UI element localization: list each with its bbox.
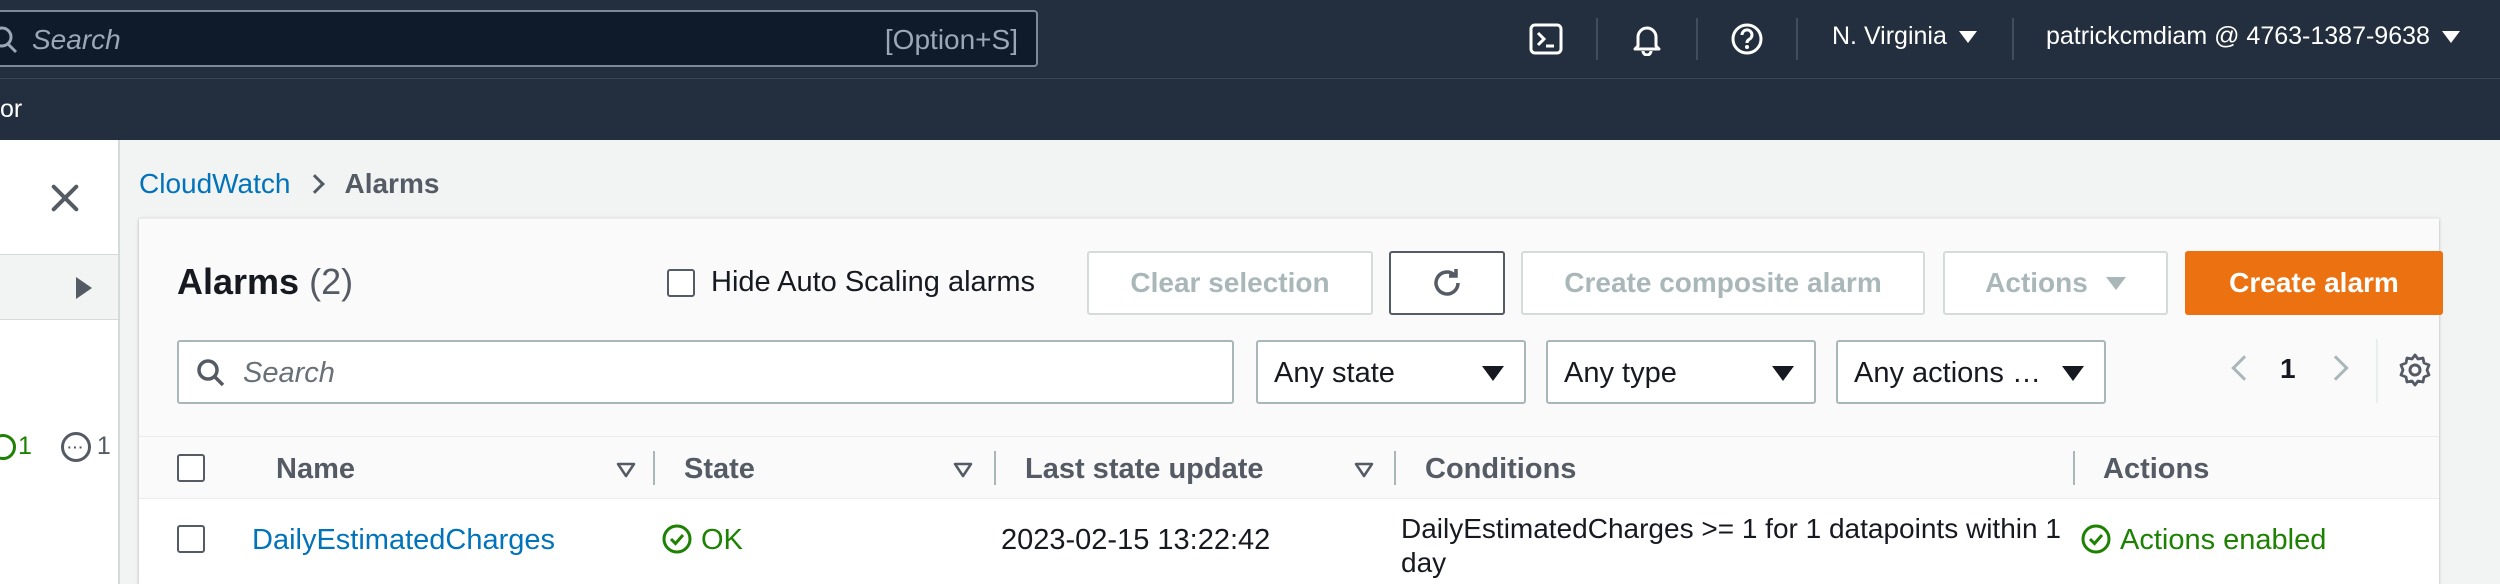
alarm-count: (2) [309,261,354,302]
alarm-state: OK [661,524,743,557]
create-composite-label: Create composite alarm [1564,267,1882,298]
row-checkbox[interactable] [177,525,205,553]
bell-icon[interactable] [1628,20,1666,58]
search-icon [195,357,227,394]
refresh-button[interactable] [1389,251,1505,315]
hide-autoscaling-toggle[interactable]: Hide Auto Scaling alarms [667,266,1035,299]
help-icon[interactable] [1728,20,1766,58]
alarm-search-input[interactable]: Search [177,340,1234,404]
cloudshell-icon[interactable] [1527,20,1565,58]
caret-down-icon [2441,31,2460,44]
column-header-actions: Actions [2103,453,2210,485]
caret-down-icon [1482,366,1504,381]
column-separator[interactable] [1394,451,1396,485]
column-header-conditions: Conditions [1425,453,1577,485]
nav-divider [2012,18,2014,60]
actions-label: Actions [1985,267,2088,298]
nav-divider [1596,18,1598,60]
caret-down-icon [1958,31,1977,44]
column-separator[interactable] [653,451,655,485]
page-title: Alarms (2) [177,261,353,303]
close-icon[interactable] [44,178,84,218]
column-separator[interactable] [994,451,996,485]
breadcrumb-cloudwatch[interactable]: CloudWatch [139,168,290,199]
chevron-right-icon [305,173,326,194]
hide-autoscaling-checkbox[interactable] [667,268,695,297]
region-selector[interactable]: N. Virginia [1832,22,1977,51]
sort-icon[interactable] [1354,462,1374,478]
pager-divider [2376,339,2378,403]
alarm-name-link[interactable]: DailyEstimatedCharges [252,524,555,557]
global-search-input[interactable]: Search [Option+S] [0,10,1038,67]
table-header: Name State Last state update Conditions … [139,437,2439,499]
create-alarm-button[interactable]: Create alarm [2185,251,2443,315]
alarm-actions-status: Actions enabled [2080,524,2326,557]
sort-icon[interactable] [616,462,636,478]
breadcrumb: CloudWatch Alarms [139,168,439,200]
actions-filter-select[interactable]: Any actions … [1836,340,2106,404]
actions-filter-value: Any actions … [1854,357,2041,389]
alarm-actions-text: Actions enabled [2120,524,2327,556]
column-header-name[interactable]: Name [276,453,355,486]
type-filter-select[interactable]: Any type [1546,340,1816,404]
column-header-last-update[interactable]: Last state update [1025,453,1264,486]
nav-divider [1696,18,1698,60]
account-menu[interactable]: patrickcmdiam @ 4763-1387-9638 [2046,22,2460,51]
service-subnav: or [0,78,2500,140]
caret-down-icon [1772,366,1794,381]
select-all-checkbox[interactable] [177,454,205,482]
title-text: Alarms [177,261,300,302]
nav-divider [1796,18,1798,60]
previous-page-icon[interactable] [2231,355,2257,381]
side-navigation: 1 ··· 1 [0,140,120,584]
clear-selection-label: Clear selection [1130,267,1330,298]
top-navigation: Search [Option+S] N. Virginia patrickcmd… [0,0,2500,78]
create-composite-alarm-button[interactable]: Create composite alarm [1521,251,1925,315]
actions-dropdown[interactable]: Actions [1943,251,2168,315]
alarms-panel: Alarms (2) Hide Auto Scaling alarms Clea… [139,218,2443,584]
column-separator[interactable] [2073,451,2075,485]
insufficient-data-icon: ··· [60,432,91,463]
insufficient-count-value: 1 [96,432,111,460]
region-label: N. Virginia [1832,22,1947,50]
refresh-icon [1434,269,1460,296]
check-circle-icon [0,434,16,461]
alarm-conditions: DailyEstimatedCharges >= 1 for 1 datapoi… [1401,513,2061,578]
caret-down-icon [2105,276,2126,290]
create-alarm-label: Create alarm [2229,267,2399,298]
next-page-icon[interactable] [2323,355,2349,381]
settings-icon[interactable] [2397,352,2433,393]
panel-header: Alarms (2) Hide Auto Scaling alarms Clea… [139,219,2443,437]
alarm-counts: 1 ··· 1 [0,432,111,463]
search-placeholder: Search [32,24,121,55]
alarm-state-text: OK [701,524,743,556]
column-header-state[interactable]: State [684,453,755,486]
pagination: 1 [2219,349,2369,393]
check-circle-icon [662,524,692,554]
subnav-fragment[interactable]: or [0,95,22,124]
alarm-search-placeholder: Search [243,357,335,389]
account-label: patrickcmdiam @ 4763-1387-9638 [2046,22,2430,50]
expand-icon[interactable] [76,277,92,299]
breadcrumb-current: Alarms [344,168,440,199]
check-circle-icon [2081,524,2111,554]
alarm-last-update: 2023-02-15 13:22:42 [1001,524,1271,556]
clear-selection-button[interactable]: Clear selection [1087,251,1373,315]
ok-count-value: 1 [18,432,32,460]
search-icon [0,26,22,59]
caret-down-icon [2062,366,2084,381]
table-row: DailyEstimatedCharges OK 2023-02-15 13:2… [139,500,2439,584]
side-nav-section[interactable] [0,254,118,320]
insufficient-count[interactable]: ··· 1 [60,432,111,463]
type-filter-value: Any type [1564,357,1677,389]
state-filter-value: Any state [1274,357,1395,389]
state-filter-select[interactable]: Any state [1256,340,1526,404]
hide-autoscaling-label: Hide Auto Scaling alarms [711,266,1035,298]
ok-count[interactable]: 1 [0,432,32,461]
sort-icon[interactable] [953,462,973,478]
search-shortcut-hint: [Option+S] [884,24,1018,55]
current-page[interactable]: 1 [2280,353,2296,385]
